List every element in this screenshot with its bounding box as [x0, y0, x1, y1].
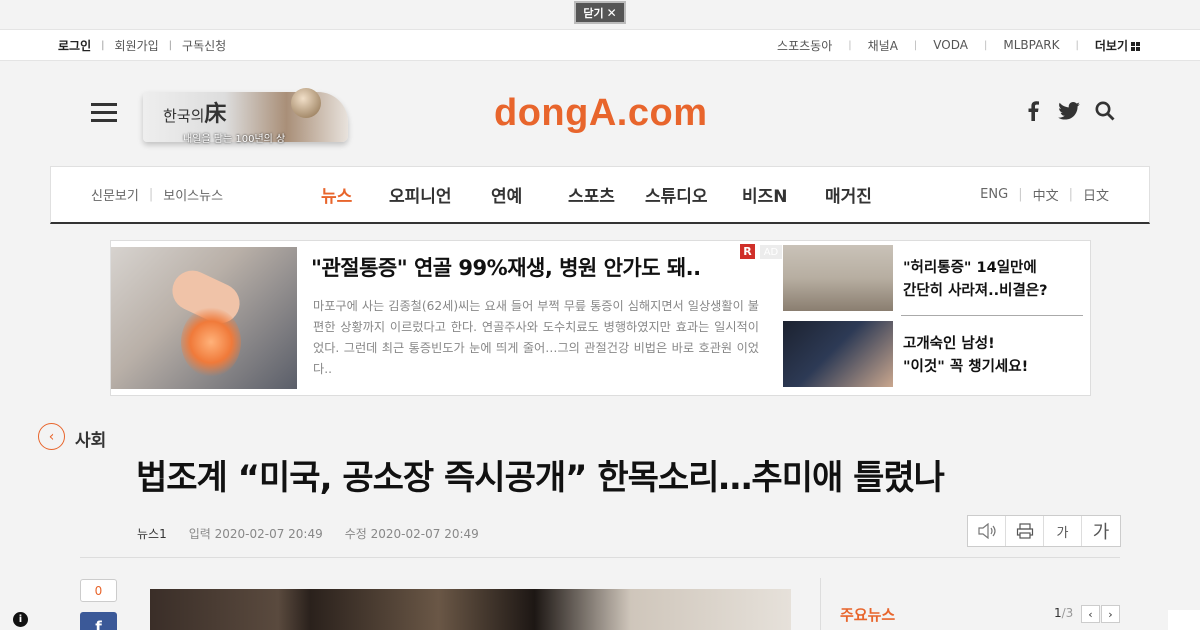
promo-banner[interactable]: 한국의床 내일을 담는 100년의 상 [143, 84, 358, 146]
nav-item-news[interactable]: 뉴스 [321, 182, 389, 207]
nav-item-entertainment[interactable]: 연예 [491, 182, 568, 207]
family-site-link[interactable]: 채널A [868, 37, 898, 54]
prev-page-button[interactable]: ‹ [1081, 605, 1100, 623]
ad-badge: AD [760, 245, 782, 259]
family-site-link[interactable]: 스포츠동아 [777, 37, 832, 54]
side-ad-thumbnail [783, 321, 893, 387]
site-logo[interactable]: dongA.com [494, 92, 707, 135]
article-source: 뉴스1 [137, 527, 167, 541]
divider: | [913, 39, 918, 51]
article-tools: 가 가 [967, 515, 1121, 547]
comment-count[interactable]: 0 [80, 579, 117, 602]
search-icon[interactable] [1094, 100, 1116, 122]
nav-main: 뉴스 오피니언 연예 스포츠 스튜디오 비즈N 매거진 [321, 167, 872, 221]
divider: | [983, 39, 988, 51]
print-icon[interactable] [1006, 516, 1044, 546]
more-label: 더보기 [1094, 38, 1128, 53]
back-icon[interactable]: ‹ [38, 423, 65, 450]
divider [901, 315, 1083, 316]
promo-subtitle: 내일을 담는 100년의 상 [183, 134, 286, 145]
divider [820, 578, 821, 630]
promo-title: 한국의床 [163, 96, 226, 128]
promo-title-a: 한국의 [163, 107, 205, 125]
side-ad-item[interactable]: "허리통증" 14일만에 간단히 사라져..비결은? [783, 245, 1083, 311]
side-ad-text: 고개숙인 남성! "이것" 꼭 챙기세요! [903, 333, 1028, 379]
input-time: 입력 2020-02-07 20:49 [188, 527, 323, 541]
side-ad-line: 고개숙인 남성! [903, 336, 995, 352]
util-left: 로그인 | 회원가입 | 구독신청 [58, 30, 226, 60]
utility-bar: 로그인 | 회원가입 | 구독신청 스포츠동아 | 채널A | VODA | M… [0, 29, 1200, 61]
nav-item-opinion[interactable]: 오피니언 [389, 182, 491, 207]
more-button[interactable]: 더보기 [1095, 37, 1140, 54]
side-ad-line: 간단히 사라져..비결은? [903, 283, 1048, 299]
main-nav: 신문보기 | 보이스뉴스 뉴스 오피니언 연예 스포츠 스튜디오 비즈N 매거진… [50, 166, 1150, 224]
login-link[interactable]: 로그인 [58, 37, 91, 54]
signup-link[interactable]: 회원가입 [115, 37, 159, 54]
family-site-link[interactable]: MLBPARK [1003, 38, 1059, 52]
facebook-icon[interactable] [1022, 100, 1044, 122]
voice-news-link[interactable]: 보이스뉴스 [163, 185, 223, 204]
close-ad-label: 닫기 [583, 6, 604, 20]
font-smaller-button[interactable]: 가 [1044, 516, 1082, 546]
ad-r-badge: R [740, 244, 755, 259]
promo-title-b: 床 [204, 101, 227, 127]
ad-banner: "관절통증" 연골 99%재생, 병원 안가도 돼.. 마포구에 사는 김종철(… [110, 240, 1091, 396]
divider: | [1018, 186, 1023, 202]
ad-knee-image[interactable] [111, 247, 297, 389]
newspaper-view-link[interactable]: 신문보기 [91, 185, 139, 204]
divider: | [148, 186, 154, 202]
util-right: 스포츠동아 | 채널A | VODA | MLBPARK | 더보기 [777, 30, 1140, 60]
lang-english[interactable]: ENG [980, 187, 1008, 202]
article-headline: 법조계 “미국, 공소장 즉시공개” 한목소리…추미애 틀렸나 [136, 458, 945, 498]
divider: | [848, 39, 852, 51]
ad-title[interactable]: "관절통증" 연골 99%재생, 병원 안가도 돼.. [311, 252, 701, 282]
ad-description[interactable]: 마포구에 사는 김종철(62세)씨는 요새 들어 부쩍 무릎 통증이 심해지면서… [313, 296, 759, 380]
page-total: /3 [1061, 606, 1074, 620]
lang-chinese[interactable]: 中文 [1033, 185, 1059, 204]
nav-item-bizn[interactable]: 비즈N [742, 182, 825, 207]
page-current: 1 [1054, 606, 1062, 620]
grid-icon [1131, 41, 1140, 51]
nav-left: 신문보기 | 보이스뉴스 [91, 167, 223, 221]
edit-time: 수정 2020-02-07 20:49 [344, 527, 479, 541]
nav-languages: ENG | 中文 | 日文 [980, 167, 1109, 221]
side-ad-line: "허리통증" 14일만에 [903, 260, 1037, 276]
header-icons [1022, 100, 1116, 122]
divider [80, 557, 1120, 558]
side-ad-text: "허리통증" 14일만에 간단히 사라져..비결은? [903, 257, 1048, 303]
nav-item-studio[interactable]: 스튜디오 [645, 182, 742, 207]
nav-item-magazine[interactable]: 매거진 [825, 182, 872, 207]
speaker-icon[interactable] [968, 516, 1006, 546]
side-ad-line: "이것" 꼭 챙기세요! [903, 359, 1029, 375]
info-icon[interactable]: i [13, 612, 28, 627]
article-photo [150, 589, 791, 630]
font-larger-button[interactable]: 가 [1082, 516, 1120, 546]
subscribe-link[interactable]: 구독신청 [182, 37, 226, 54]
divider: | [101, 39, 105, 51]
divider: | [168, 39, 173, 51]
main-news-pager: 1/3 [1054, 606, 1073, 620]
menu-icon[interactable] [91, 103, 117, 123]
byline: 뉴스1 입력 2020-02-07 20:49 수정 2020-02-07 20… [137, 525, 479, 542]
section-title[interactable]: 사회 [75, 426, 106, 451]
close-icon: ✕ [606, 5, 617, 20]
page-edge [1168, 610, 1200, 630]
next-page-button[interactable]: › [1101, 605, 1120, 623]
family-site-link[interactable]: VODA [933, 38, 968, 52]
facebook-share-button[interactable]: f [80, 612, 117, 630]
divider: | [1075, 39, 1079, 51]
lang-japanese[interactable]: 日文 [1083, 185, 1109, 204]
nav-item-sports[interactable]: 스포츠 [568, 182, 645, 207]
twitter-icon[interactable] [1058, 100, 1080, 122]
side-ad-thumbnail [783, 245, 893, 311]
main-news-title: 주요뉴스 [840, 606, 896, 624]
close-ad-button[interactable]: 닫기 ✕ [574, 1, 626, 24]
side-ad-item[interactable]: 고개숙인 남성! "이것" 꼭 챙기세요! [783, 321, 1083, 387]
divider: | [1068, 186, 1073, 202]
promo-ball-image [291, 88, 321, 118]
